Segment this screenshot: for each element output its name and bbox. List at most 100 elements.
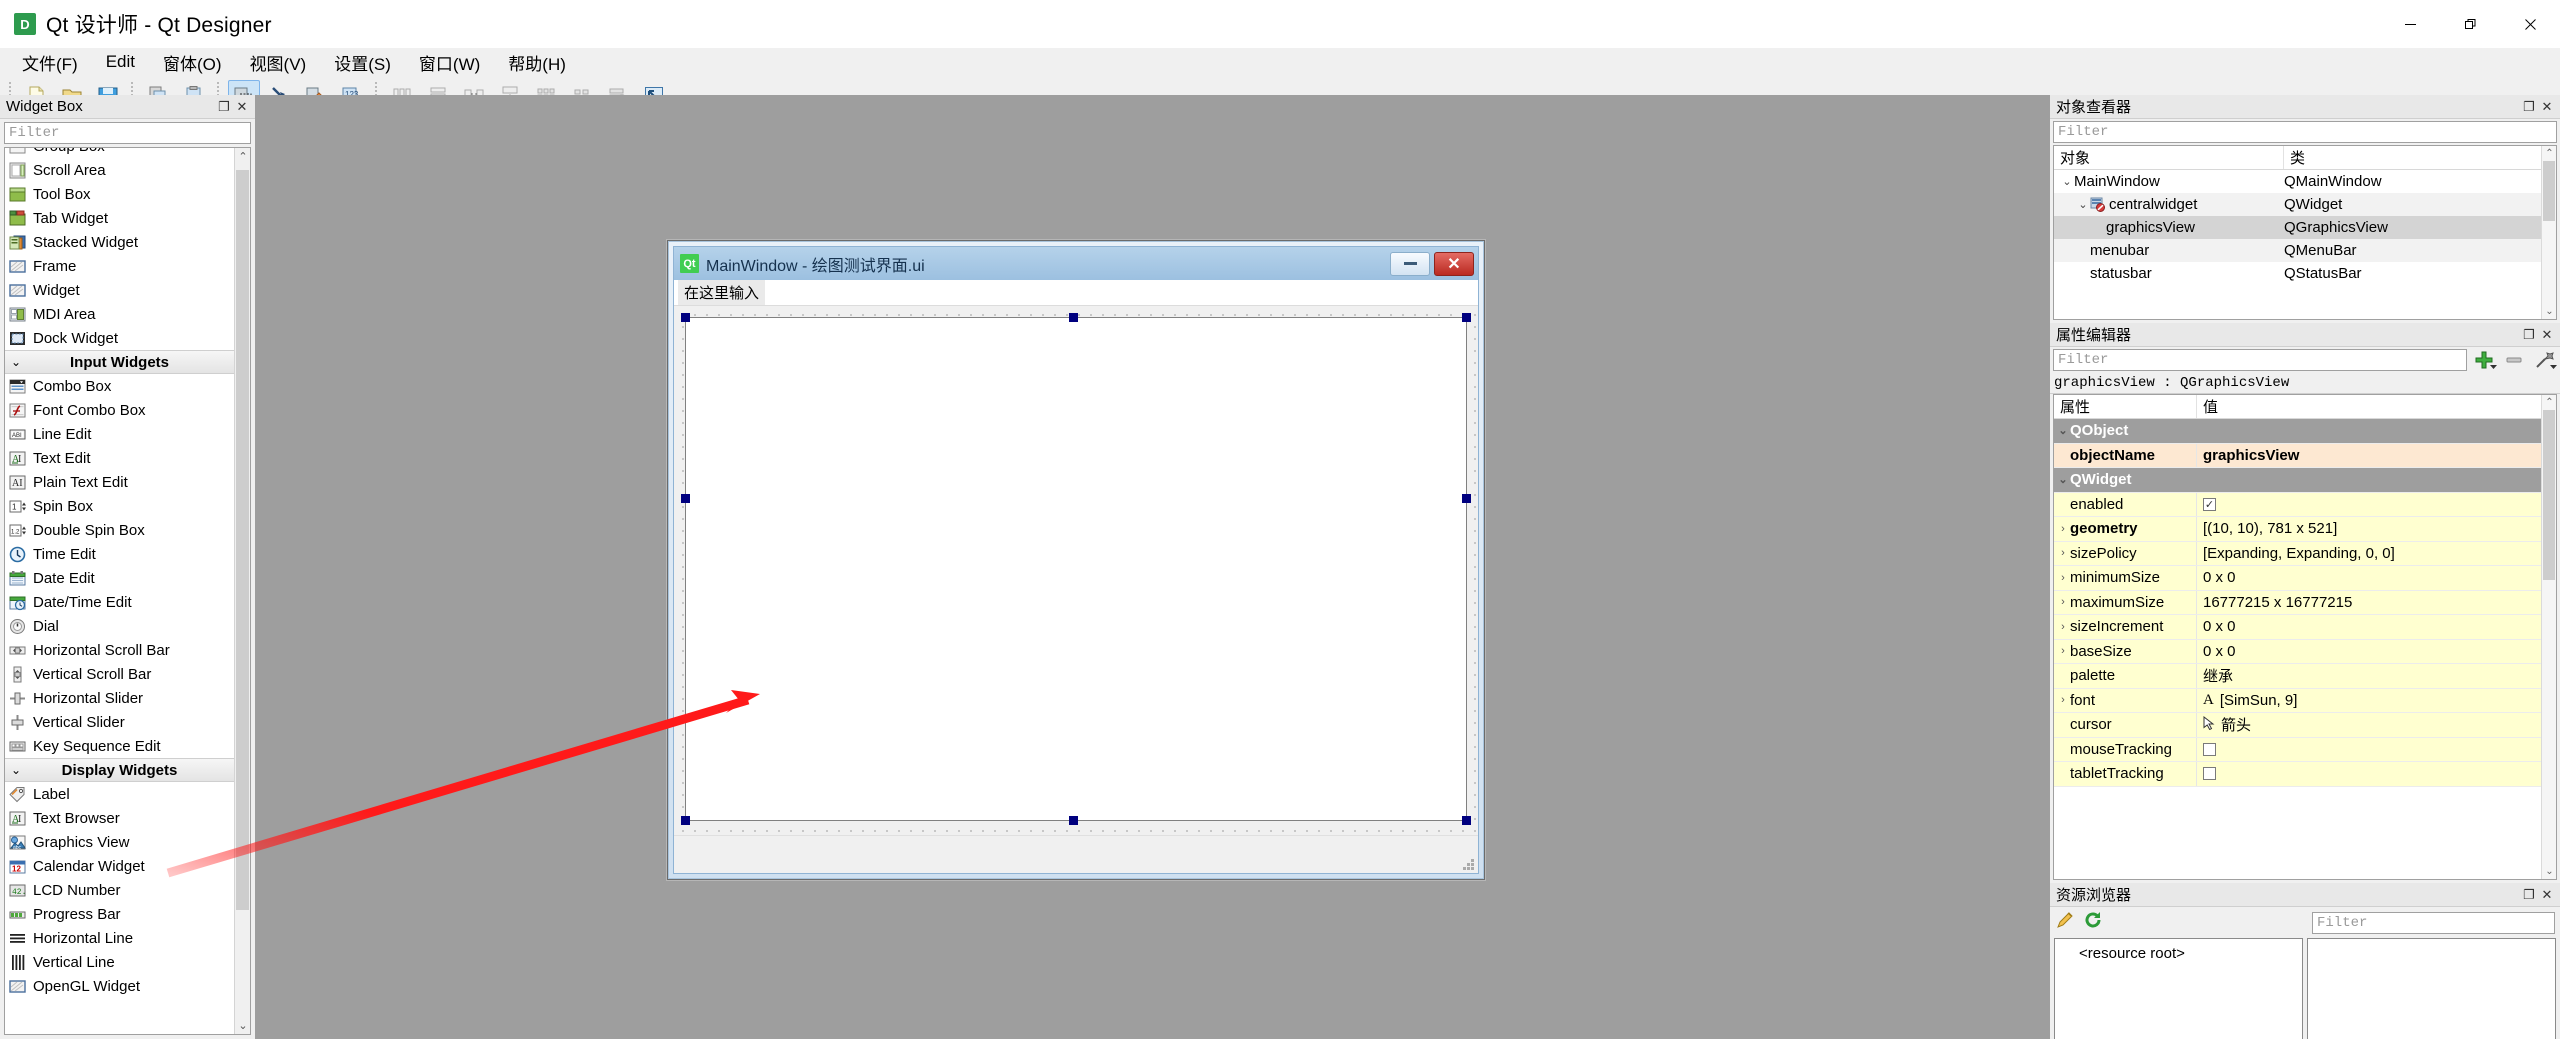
widget-box-item-text-browser[interactable]: A I Text Browser [5, 806, 234, 830]
widget-box-item-spin-box[interactable]: 1 Spin Box [5, 494, 234, 518]
chevron-right-icon[interactable]: › [2056, 523, 2070, 535]
selection-handle-br[interactable] [1462, 816, 1471, 825]
scroll-down-icon[interactable]: ⌄ [2542, 864, 2556, 879]
widget-box-item-horizontal-line[interactable]: Horizontal Line [5, 926, 234, 950]
scroll-down-icon[interactable]: ⌄ [235, 1017, 250, 1034]
resource-browser-filter-input[interactable]: Filter [2312, 911, 2555, 934]
widget-box-close-button[interactable]: ✕ [233, 98, 251, 116]
property-row[interactable]: › font A [SimSun, 9] [2054, 688, 2556, 713]
menu-file[interactable]: 文件(F) [8, 47, 92, 78]
scroll-up-icon[interactable]: ⌃ [2542, 395, 2556, 410]
form-minimize-button[interactable] [1390, 251, 1430, 276]
menu-settings[interactable]: 设置(S) [320, 47, 405, 78]
scroll-up-icon[interactable]: ⌃ [235, 148, 250, 165]
property-row[interactable]: cursor 箭头 [2054, 713, 2556, 738]
menu-form[interactable]: 窗体(O) [149, 47, 236, 78]
widget-box-item-font-combo-box[interactable]: Font Combo Box [5, 398, 234, 422]
widget-box-item-horizontal-slider[interactable]: Horizontal Slider [5, 686, 234, 710]
property-row[interactable]: enabled ✓ [2054, 492, 2556, 517]
widget-box-category-display-widgets[interactable]: ⌄ Display Widgets [5, 758, 234, 782]
widget-box-filter-input[interactable]: Filter [4, 122, 251, 144]
widget-box-item-text-edit[interactable]: A I Text Edit [5, 446, 234, 470]
widget-box-item-frame[interactable]: Frame [5, 254, 234, 278]
selection-handle-bm[interactable] [1069, 816, 1078, 825]
widget-box-scrollbar[interactable]: ⌃ ⌄ [234, 148, 250, 1034]
property-editor-scrollbar[interactable]: ⌃ ⌄ [2541, 395, 2556, 879]
widget-box-item-opengl-widget[interactable]: OpenGL Widget [5, 974, 234, 998]
property-row[interactable]: objectName graphicsView [2054, 443, 2556, 468]
form-close-button[interactable]: ✕ [1434, 251, 1474, 276]
checkbox-checked-icon[interactable]: ✓ [2203, 497, 2216, 511]
property-row[interactable]: › geometry [(10, 10), 781 x 521] [2054, 517, 2556, 542]
property-row[interactable]: › maximumSize 16777215 x 16777215 [2054, 590, 2556, 615]
object-inspector-close-button[interactable]: ✕ [2538, 98, 2556, 116]
widget-box-item-combo-box[interactable]: Combo Box [5, 374, 234, 398]
resource-preview-pane[interactable] [2307, 938, 2556, 1039]
scrollbar-thumb[interactable] [236, 170, 249, 910]
widget-box-item-graphics-view[interactable]: abc Graphics View [5, 830, 234, 854]
chevron-down-icon[interactable]: ⌄ [2056, 424, 2070, 437]
chevron-right-icon[interactable]: › [2056, 572, 2070, 584]
widget-box-item-double-spin-box[interactable]: 1.2 Double Spin Box [5, 518, 234, 542]
object-inspector-row[interactable]: ⌄ centralwidget QWidget [2054, 193, 2556, 216]
widget-box-item-tool-box[interactable]: Tool Box [5, 182, 234, 206]
widget-box-item-dial[interactable]: Dial [5, 614, 234, 638]
scroll-down-icon[interactable]: ⌄ [2542, 304, 2556, 319]
object-inspector-row[interactable]: menubar QMenuBar [2054, 239, 2556, 262]
widget-box-item-dock-widget[interactable]: Dock Widget [5, 326, 234, 350]
property-row[interactable]: › sizePolicy [Expanding, Expanding, 0, 0] [2054, 541, 2556, 566]
widget-box-item-line-edit[interactable]: ABI Line Edit [5, 422, 234, 446]
resource-browser-float-button[interactable]: ❐ [2520, 886, 2538, 904]
size-grip-icon[interactable] [1460, 856, 1474, 870]
selection-handle-tl[interactable] [681, 313, 690, 322]
minimize-button[interactable] [2380, 0, 2440, 48]
object-inspector-float-button[interactable]: ❐ [2520, 98, 2538, 116]
widget-box-item-vertical-slider[interactable]: Vertical Slider [5, 710, 234, 734]
object-inspector-filter-input[interactable]: Filter [2053, 121, 2557, 143]
property-row[interactable]: ⌄ QWidget [2054, 468, 2556, 493]
property-editor-filter-input[interactable]: Filter [2053, 349, 2467, 371]
configure-icon[interactable] [2531, 349, 2557, 371]
widget-box-float-button[interactable]: ❐ [215, 98, 233, 116]
remove-property-icon[interactable] [2501, 349, 2527, 371]
chevron-down-icon[interactable]: ⌄ [2060, 175, 2074, 188]
close-button[interactable] [2500, 0, 2560, 48]
object-inspector-tree[interactable]: 对象 类 ⌄ MainWindow QMainWindow ⌄ centralwidge… [2053, 145, 2557, 320]
resource-tree[interactable]: <resource root> [2054, 938, 2303, 1039]
scrollbar-thumb[interactable] [2543, 161, 2555, 221]
property-editor-close-button[interactable]: ✕ [2538, 326, 2556, 344]
property-row[interactable]: › baseSize 0 x 0 [2054, 639, 2556, 664]
chevron-right-icon[interactable]: › [2056, 596, 2070, 608]
widget-box-item-date-edit[interactable]: Date Edit [5, 566, 234, 590]
add-property-icon[interactable] [2471, 349, 2497, 371]
menu-edit[interactable]: Edit [92, 49, 149, 75]
widget-box-item-group-box[interactable]: Group Box [5, 148, 234, 158]
widget-box-item-mdi-area[interactable]: MDI Area [5, 302, 234, 326]
widget-box-list[interactable]: Group Box Scroll Area Tool Box Tab Widget St… [4, 147, 251, 1035]
chevron-right-icon[interactable]: › [2056, 694, 2070, 706]
widget-box-item-plain-text-edit[interactable]: AI Plain Text Edit [5, 470, 234, 494]
form-window[interactable]: Qt MainWindow - 绘图测试界面.ui ✕ 在这里输入 [667, 240, 1485, 880]
widget-box-item-time-edit[interactable]: Time Edit [5, 542, 234, 566]
widget-box-category-input-widgets[interactable]: ⌄ Input Widgets [5, 350, 234, 374]
selection-handle-tr[interactable] [1462, 313, 1471, 322]
widget-box-item-calendar-widget[interactable]: 12 Calendar Widget [5, 854, 234, 878]
widget-box-item-date-time-edit[interactable]: Date/Time Edit [5, 590, 234, 614]
property-row[interactable]: ⌄ QObject [2054, 419, 2556, 444]
property-row[interactable]: tabletTracking [2054, 762, 2556, 787]
chevron-down-icon[interactable]: ⌄ [2076, 198, 2090, 211]
reload-icon[interactable] [2083, 910, 2103, 935]
chevron-down-icon[interactable]: ⌄ [2056, 473, 2070, 486]
resource-browser-close-button[interactable]: ✕ [2538, 886, 2556, 904]
form-menubar[interactable]: 在这里输入 [674, 280, 1478, 306]
property-row[interactable]: palette 继承 [2054, 664, 2556, 689]
selection-handle-bl[interactable] [681, 816, 690, 825]
selection-handle-mr[interactable] [1462, 494, 1471, 503]
object-inspector-row[interactable]: statusbar QStatusBar [2054, 262, 2556, 285]
widget-box-item-tab-widget[interactable]: Tab Widget [5, 206, 234, 230]
design-canvas[interactable]: Qt MainWindow - 绘图测试界面.ui ✕ 在这里输入 [255, 95, 2050, 1039]
menu-view[interactable]: 视图(V) [236, 47, 321, 78]
property-editor-float-button[interactable]: ❐ [2520, 326, 2538, 344]
form-centralwidget[interactable] [674, 306, 1478, 873]
property-row[interactable]: mouseTracking [2054, 737, 2556, 762]
